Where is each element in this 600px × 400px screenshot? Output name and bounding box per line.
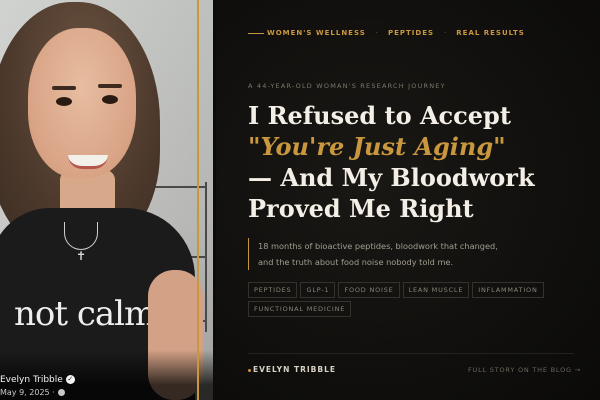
footer-divider xyxy=(248,353,574,354)
author-photo: ✝ not calm Evelyn Tribble ✓ May 9, 2025 · xyxy=(0,0,213,400)
author-name[interactable]: EVELYN TRIBBLE xyxy=(253,365,336,374)
poster-date-text: May 9, 2025 · xyxy=(0,388,55,397)
summary-line: 18 months of bioactive peptides, bloodwo… xyxy=(258,241,498,251)
tag-glp-1[interactable]: GLP-1 xyxy=(300,282,336,298)
headline-accent: "You're Just Aging" xyxy=(248,132,506,161)
headline-line: Proved Me Right xyxy=(248,194,474,223)
article-summary: 18 months of bioactive peptides, bloodwo… xyxy=(248,238,498,270)
cross-pendant-icon: ✝ xyxy=(76,249,87,263)
poster-name[interactable]: Evelyn Tribble ✓ xyxy=(0,375,75,385)
category-nav: WOMEN'S WELLNESS · PEPTIDES · REAL RESUL… xyxy=(248,28,525,38)
summary-line: and the truth about food noise nobody to… xyxy=(258,257,454,267)
nav-separator: · xyxy=(375,29,378,37)
gold-divider xyxy=(197,0,199,400)
author-dot-icon xyxy=(248,368,251,372)
article-headline: I Refused to Accept "You're Just Aging" … xyxy=(248,100,535,224)
tag-functional-medicine[interactable]: FUNCTIONAL MEDICINE xyxy=(248,301,352,317)
nav-accent-line xyxy=(248,32,264,34)
headline-line: — And My Bloodwork xyxy=(248,163,535,192)
tag-lean-muscle[interactable]: LEAN MUSCLE xyxy=(402,282,470,298)
shirt-text: not calm xyxy=(14,294,156,334)
nav-separator: · xyxy=(444,29,447,37)
poster-name-text[interactable]: Evelyn Tribble xyxy=(0,375,63,385)
author-byline[interactable]: EVELYN TRIBBLE xyxy=(248,365,336,374)
tag-list: PEPTIDES GLP-1 FOOD NOISE LEAN MUSCLE IN… xyxy=(248,282,548,317)
poster-date: May 9, 2025 · xyxy=(0,388,65,397)
check-badge-icon: ✓ xyxy=(65,375,75,384)
full-story-link[interactable]: FULL STORY ON THE BLOG → xyxy=(468,366,581,374)
nav-item-womens-wellness[interactable]: WOMEN'S WELLNESS xyxy=(267,29,366,37)
globe-icon xyxy=(57,389,65,396)
tag-inflammation[interactable]: INFLAMMATION xyxy=(472,282,544,298)
tag-food-noise[interactable]: FOOD NOISE xyxy=(338,282,400,298)
nav-item-real-results[interactable]: REAL RESULTS xyxy=(456,29,525,37)
nav-item-peptides[interactable]: PEPTIDES xyxy=(388,29,434,37)
tag-peptides[interactable]: PEPTIDES xyxy=(248,282,298,298)
headline-line: I Refused to Accept xyxy=(248,101,511,130)
article-eyebrow: A 44-YEAR-OLD WOMAN'S RESEARCH JOURNEY xyxy=(248,82,446,90)
